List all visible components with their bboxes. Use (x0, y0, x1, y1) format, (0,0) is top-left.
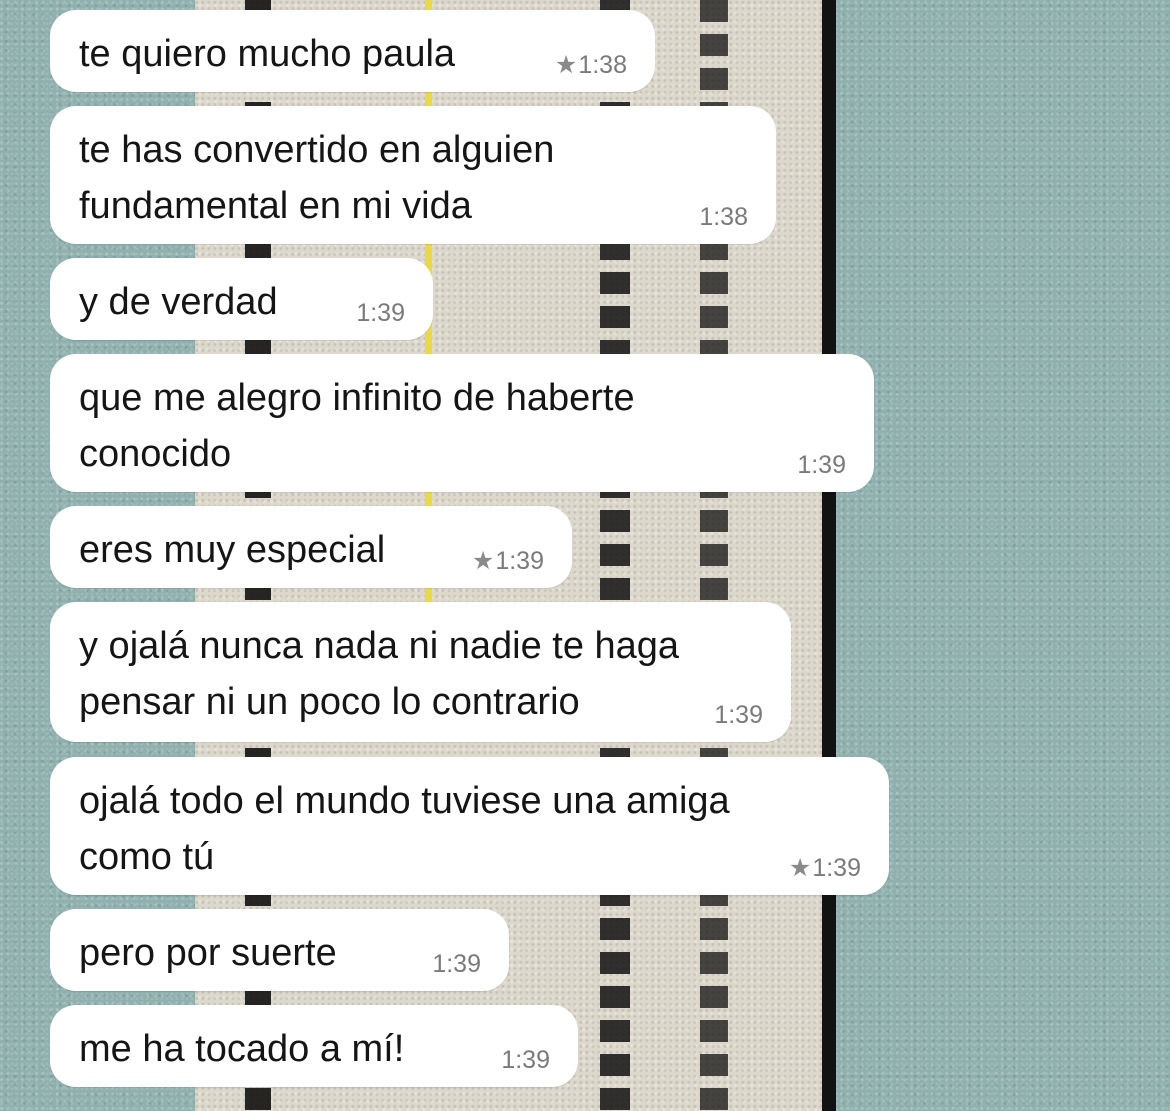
message-time: 1:38 (699, 203, 748, 231)
message-meta: 1:39 (797, 450, 846, 480)
message-meta: 1:39 (432, 949, 481, 979)
message-bubble[interactable]: te quiero mucho paula ★1:38 (50, 10, 655, 92)
message-time: 1:39 (356, 299, 405, 327)
message-time: 1:39 (432, 950, 481, 978)
message-bubble[interactable]: ojalá todo el mundo tuviese una amiga co… (50, 757, 889, 895)
message-text: que me alegro infinito de haberte conoci… (79, 377, 635, 475)
message-text: pero por suerte (79, 932, 337, 974)
message-list: te quiero mucho paula ★1:38 te has conve… (0, 0, 1170, 1111)
message-text: eres muy especial (79, 529, 386, 571)
message-meta: 1:38 (699, 202, 748, 232)
message-time: 1:39 (495, 547, 544, 575)
star-icon: ★ (554, 51, 578, 79)
message-meta: 1:39 (501, 1045, 550, 1075)
star-icon: ★ (471, 547, 495, 575)
message-bubble[interactable]: me ha tocado a mí! 1:39 (50, 1005, 578, 1087)
message-meta: 1:39 (356, 298, 405, 328)
message-text: te quiero mucho paula (79, 33, 456, 75)
star-icon: ★ (788, 854, 812, 882)
message-meta: ★1:39 (789, 853, 861, 883)
message-text: me ha tocado a mí! (79, 1028, 405, 1070)
message-meta: 1:39 (714, 700, 763, 730)
message-bubble[interactable]: y ojalá nunca nada ni nadie te haga pens… (50, 602, 791, 742)
message-meta: ★1:39 (472, 546, 544, 576)
message-time: 1:39 (797, 451, 846, 479)
message-time: 1:39 (714, 701, 763, 729)
message-text: ojalá todo el mundo tuviese una amiga co… (79, 780, 730, 878)
message-text: te has convertido en alguien fundamental… (79, 129, 555, 227)
message-time: 1:38 (578, 51, 627, 79)
message-bubble[interactable]: te has convertido en alguien fundamental… (50, 106, 776, 244)
message-bubble[interactable]: y de verdad 1:39 (50, 258, 433, 340)
message-bubble[interactable]: eres muy especial ★1:39 (50, 506, 572, 588)
message-time: 1:39 (812, 854, 861, 882)
message-bubble[interactable]: pero por suerte 1:39 (50, 909, 509, 991)
message-text: y de verdad (79, 281, 278, 323)
message-bubble[interactable]: que me alegro infinito de haberte conoci… (50, 354, 874, 492)
message-meta: ★1:38 (555, 50, 627, 80)
message-time: 1:39 (501, 1046, 550, 1074)
message-text: y ojalá nunca nada ni nadie te haga pens… (79, 625, 680, 723)
